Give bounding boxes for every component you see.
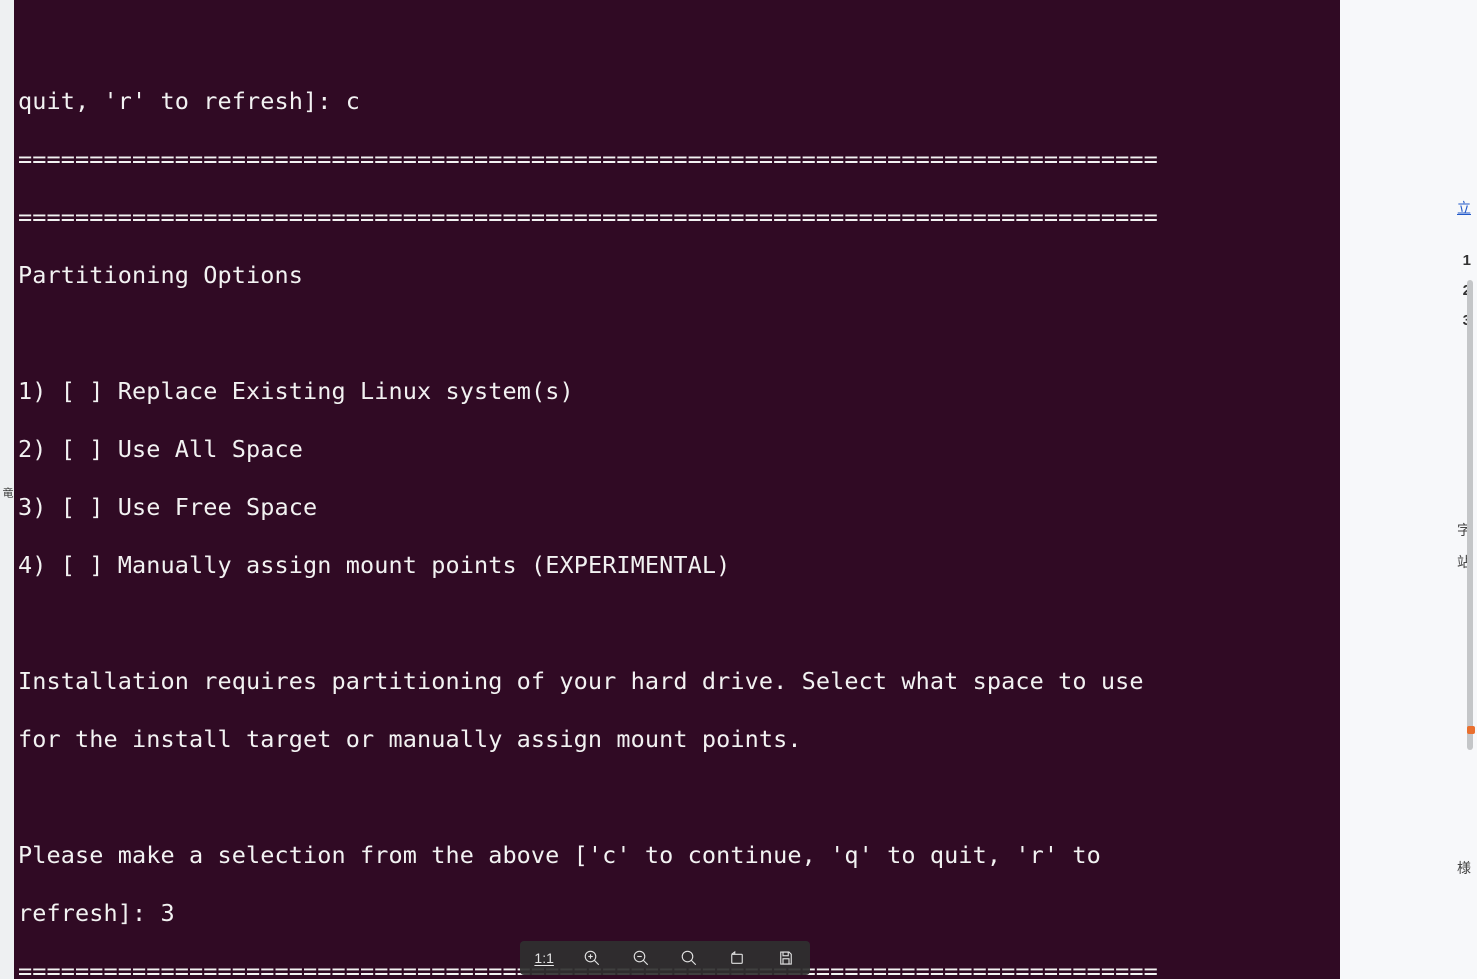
prompt-line: refresh]: 3 <box>18 899 1336 928</box>
prompt-line: Please make a selection from the above [… <box>18 841 1336 870</box>
user-input: c <box>346 87 360 115</box>
divider: ========================================… <box>18 203 1336 232</box>
option-row: 4) [ ] Manually assign mount points (EXP… <box>18 551 1336 580</box>
host-left-strip: 竜 宽 <box>0 0 14 979</box>
zoom-out-button[interactable] <box>626 943 656 973</box>
zoom-in-button[interactable] <box>577 943 607 973</box>
save-icon <box>777 949 795 967</box>
prompt-tail: quit, 'r' to refresh]: c <box>18 87 1336 116</box>
section-title: Partitioning Options <box>18 261 1336 290</box>
scroll-marker <box>1467 726 1475 734</box>
rotate-icon <box>728 949 746 967</box>
blank-line <box>18 783 1336 812</box>
blank-line <box>18 319 1336 348</box>
terminal-window[interactable]: quit, 'r' to refresh]: c ===============… <box>14 0 1340 979</box>
zoom-in-icon <box>583 949 601 967</box>
divider: ========================================… <box>18 145 1336 174</box>
viewer-toolbar: 1:1 <box>520 941 810 975</box>
zoom-reset-button[interactable] <box>674 943 704 973</box>
rotate-button[interactable] <box>722 943 752 973</box>
scrollbar-thumb[interactable] <box>1467 280 1473 750</box>
zoom-out-icon <box>632 949 650 967</box>
host-right-gutter: 立 1 2 3 字 站 様 <box>1340 0 1477 979</box>
zoom-ratio-button[interactable]: 1:1 <box>529 943 559 973</box>
magnifier-icon <box>680 949 698 967</box>
option-row: 3) [ ] Use Free Space <box>18 493 1336 522</box>
help-text: Installation requires partitioning of yo… <box>18 667 1336 696</box>
help-text: for the install target or manually assig… <box>18 725 1336 754</box>
option-row: 1) [ ] Replace Existing Linux system(s) <box>18 377 1336 406</box>
save-button[interactable] <box>771 943 801 973</box>
gutter-label[interactable]: 立 <box>1457 198 1471 218</box>
option-row: 2) [ ] Use All Space <box>18 435 1336 464</box>
user-input: 3 <box>160 899 174 927</box>
left-strip-char: 竜 <box>0 6 14 979</box>
gutter-label: 様 <box>1457 858 1471 878</box>
blank-line <box>18 609 1336 638</box>
